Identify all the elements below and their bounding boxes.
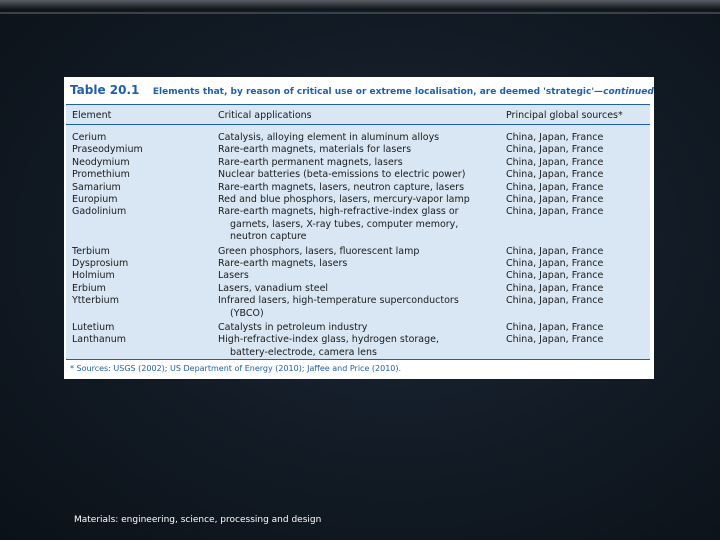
table-caption-suffix: —continued [594,87,654,97]
table-panel: Table 20.1 Elements that, by reason of c… [64,77,654,379]
application-cell: Rare-earth permanent magnets, lasers [218,156,403,168]
table-number: Table 20.1 [70,83,140,97]
element-cell: Promethium [72,169,130,181]
element-cell: Lanthanum [72,334,126,346]
column-header-element: Element [72,110,112,121]
sources-cell: China, Japan, France [506,245,604,257]
sources-cell: China, Japan, France [506,169,604,181]
sources-cell: China, Japan, France [506,270,604,282]
sources-cell: China, Japan, France [506,282,604,294]
application-cell: Rare-earth magnets, materials for lasers [218,144,412,156]
header-rule-bottom [66,124,650,125]
sources-cell: China, Japan, France [506,295,604,307]
sources-cell: China, Japan, France [506,144,604,156]
column-header-sources: Principal global sources* [506,110,623,121]
sources-cell: China, Japan, France [506,258,604,269]
application-cell: Lasers [218,270,249,282]
element-cell: Samarium [72,181,121,193]
sources-cell: China, Japan, France [506,194,604,205]
sources-cell: China, Japan, France [506,132,604,143]
application-cell: Lasers, vanadium steel [218,282,329,294]
table-caption: Table 20.1 Elements that, by reason of c… [70,83,654,97]
application-cell: Red and blue phosphors, lasers, mercury-… [218,194,470,205]
slide-footer: Materials: engineering, science, process… [74,515,322,525]
application-cell: (YBCO) [230,307,264,319]
sources-cell: China, Japan, France [506,206,604,218]
application-cell: High-refractive-index glass, hydrogen st… [218,334,440,346]
element-cell: Ytterbium [72,295,119,307]
top-decorative-bar [0,0,720,10]
sources-cell: China, Japan, France [506,181,604,193]
element-cell: Gadolinium [72,206,127,218]
application-cell: Rare-earth magnets, lasers, neutron capt… [218,181,465,193]
table-caption-text: Elements that, by reason of critical use… [153,87,654,97]
application-cell: Green phosphors, lasers, fluorescent lam… [218,245,420,257]
header-rule-top [66,104,650,105]
element-cell: Praseodymium [72,144,143,156]
application-cell: Rare-earth magnets, high-refractive-inde… [218,206,459,218]
sources-cell: China, Japan, France [506,156,604,168]
element-cell: Erbium [72,282,106,294]
application-cell: Infrared lasers, high-temperature superc… [218,295,459,307]
application-cell: Nuclear batteries (beta-emissions to ele… [218,169,466,181]
application-cell: battery-electrode, camera lens [230,346,377,358]
element-cell: Europium [72,194,118,205]
column-header-applications: Critical applications [218,110,312,121]
application-cell: Catalysts in petroleum industry [218,322,368,333]
sources-cell: China, Japan, France [506,334,604,346]
element-cell: Cerium [72,132,107,143]
element-cell: Holmium [72,270,115,282]
sources-cell: China, Japan, France [506,322,604,333]
application-cell: Catalysis, alloying element in aluminum … [218,132,440,143]
table-caption-main: Elements that, by reason of critical use… [152,87,595,97]
top-decorative-line [0,12,720,14]
element-cell: Lutetium [72,322,115,333]
application-cell: Rare-earth magnets, lasers [218,258,348,269]
element-cell: Dysprosium [72,258,129,269]
element-cell: Terbium [72,245,110,257]
application-cell: garnets, lasers, X-ray tubes, computer m… [230,218,459,230]
element-cell: Neodymium [72,156,130,168]
table-footnote: * Sources: USGS (2002); US Department of… [70,364,402,373]
application-cell: neutron capture [230,231,307,243]
